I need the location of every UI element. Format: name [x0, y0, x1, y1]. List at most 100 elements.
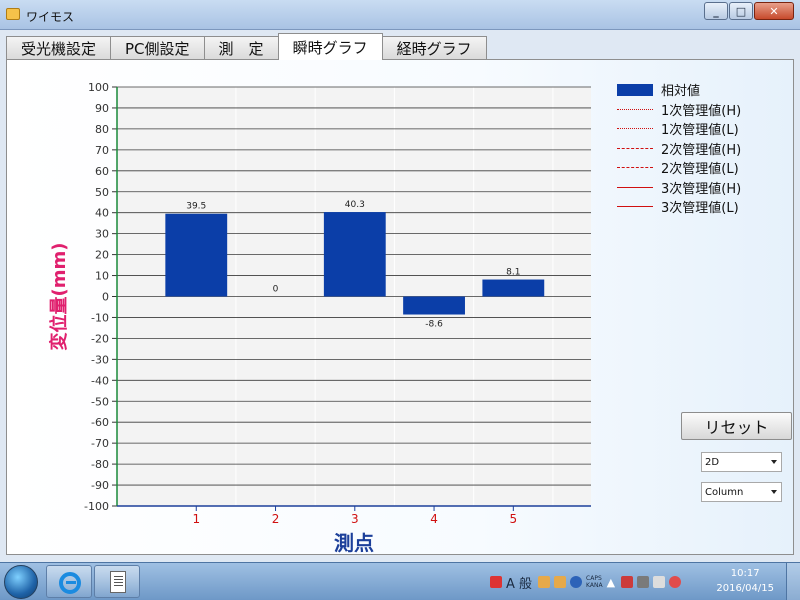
- maximize-button[interactable]: □: [729, 2, 753, 20]
- view-mode-select[interactable]: 2D: [701, 452, 782, 472]
- tray-flag-icon[interactable]: [490, 576, 502, 588]
- bar: [323, 212, 386, 297]
- window-controls: _ □ ✕: [703, 2, 794, 20]
- legend-item: 3次管理値(H): [617, 178, 741, 198]
- caps-indicator: CAPS: [586, 575, 602, 582]
- data-label: 39.5: [186, 202, 206, 212]
- chevron-down-icon: [771, 490, 777, 494]
- tab-time-graph[interactable]: 経時グラフ: [381, 36, 487, 60]
- bar: [482, 279, 545, 297]
- y-tick-label: 30: [95, 228, 109, 241]
- legend-item: 3次管理値(L): [617, 197, 741, 217]
- y-tick-label: 20: [95, 249, 109, 262]
- title-bar: ワイモス _ □ ✕: [0, 0, 800, 30]
- maximize-icon: □: [735, 4, 747, 18]
- taskbar-app-button[interactable]: [94, 565, 140, 598]
- action-center-icon[interactable]: [621, 576, 634, 588]
- y-tick-label: -60: [91, 416, 109, 429]
- legend-swatch: [617, 83, 653, 96]
- legend-item: 1次管理値(L): [617, 119, 741, 139]
- app-icon: [6, 8, 20, 20]
- bar: [403, 296, 465, 315]
- y-tick-label: -50: [91, 395, 109, 408]
- y-tick-label: -90: [91, 479, 109, 492]
- data-label: 0: [273, 285, 279, 295]
- legend-swatch: [617, 186, 653, 188]
- y-tick-label: 80: [95, 123, 109, 136]
- legend-swatch: [617, 167, 653, 169]
- help-icon[interactable]: [570, 576, 583, 588]
- y-tick-label: -10: [91, 311, 109, 324]
- close-button[interactable]: ✕: [754, 2, 794, 20]
- bar-chart: 1009080706050403020100-10-20-30-40-50-60…: [48, 81, 591, 555]
- y-tick-label: -100: [84, 500, 109, 513]
- tab-strip: 受光機設定 PC側設定 測 定 瞬時グラフ 経時グラフ: [6, 33, 487, 60]
- y-tick-label: 100: [88, 81, 109, 94]
- taskbar: A 般 CAPS KANA ▲ 10:17 2016/04/15: [0, 562, 800, 600]
- y-tick-label: -20: [91, 332, 109, 345]
- network-icon[interactable]: [653, 576, 666, 588]
- legend-swatch: [617, 206, 653, 208]
- keyboard-status: CAPS KANA: [586, 575, 603, 589]
- y-tick-label: -30: [91, 353, 109, 366]
- system-tray: A 般 CAPS KANA ▲: [490, 563, 685, 600]
- legend-label: 相対値: [661, 84, 701, 100]
- window-title: ワイモス: [26, 10, 75, 24]
- clock-date: 2016/04/15: [716, 583, 774, 594]
- legend-swatch: [617, 128, 653, 130]
- y-tick-label: -70: [91, 437, 109, 450]
- legend-label: 1次管理値(H): [661, 103, 742, 119]
- x-tick-label: 3: [351, 512, 359, 526]
- y-tick-label: 40: [95, 207, 109, 220]
- tab-pc-settings[interactable]: PC側設定: [110, 36, 205, 60]
- minimize-icon: _: [713, 4, 719, 18]
- volume-muted-icon[interactable]: [669, 576, 682, 588]
- bar: [165, 213, 228, 297]
- legend-item: 相対値: [617, 80, 741, 100]
- x-tick-label: 4: [430, 512, 438, 526]
- x-tick-label: 1: [192, 512, 200, 526]
- legend-label: 2次管理値(L): [661, 162, 739, 178]
- tab-instant-graph[interactable]: 瞬時グラフ: [277, 33, 383, 60]
- data-label: 8.1: [506, 268, 520, 278]
- document-icon: [110, 571, 126, 593]
- start-button[interactable]: [4, 565, 38, 599]
- x-axis-title: 測点: [334, 531, 374, 555]
- tab-measure[interactable]: 測 定: [203, 36, 279, 60]
- y-tick-label: 60: [95, 165, 109, 178]
- chart-legend: 相対値 1次管理値(H) 1次管理値(L) 2次管理値(H) 2次管理値(L) 3次管理値…: [617, 80, 741, 217]
- clock-time: 10:17: [730, 568, 760, 579]
- kana-indicator: KANA: [586, 582, 603, 589]
- close-icon: ✕: [769, 4, 779, 18]
- tab-receiver-settings[interactable]: 受光機設定: [6, 36, 112, 60]
- legend-label: 3次管理値(H): [661, 181, 742, 197]
- ime-pad-icon[interactable]: [554, 576, 567, 588]
- graph-panel: 100 90 80 70 60 50 40 30 20 10 0 -10 -20 -30 -40 -50 -60…: [6, 59, 794, 555]
- legend-label: 2次管理値(H): [661, 142, 742, 158]
- chart-type-select[interactable]: Column: [701, 482, 782, 502]
- battery-icon[interactable]: [637, 576, 650, 588]
- y-tick-label: 0: [102, 291, 109, 304]
- ime-tool-icon[interactable]: [538, 576, 551, 588]
- tray-expand-icon[interactable]: ▲: [607, 576, 615, 589]
- x-tick-label: 5: [510, 512, 518, 526]
- legend-swatch: [617, 108, 653, 110]
- legend-label: 3次管理値(L): [661, 201, 739, 217]
- ime-indicator[interactable]: A 般: [506, 573, 532, 592]
- taskbar-ie-button[interactable]: [46, 565, 92, 598]
- data-label: 40.3: [345, 200, 365, 210]
- x-tick-label: 2: [272, 512, 280, 526]
- y-tick-label: 10: [95, 270, 109, 283]
- y-tick-label: -40: [91, 374, 109, 387]
- legend-item: 2次管理値(L): [617, 158, 741, 178]
- y-tick-label: -80: [91, 458, 109, 471]
- chart-type-value: Column: [705, 486, 744, 498]
- minimize-button[interactable]: _: [704, 2, 728, 20]
- y-tick-label: 90: [95, 102, 109, 115]
- show-desktop-button[interactable]: [786, 563, 800, 600]
- legend-item: 1次管理値(H): [617, 100, 741, 120]
- y-tick-label: 70: [95, 144, 109, 157]
- legend-label: 1次管理値(L): [661, 123, 739, 139]
- clock[interactable]: 10:17 2016/04/15: [716, 566, 774, 596]
- reset-button[interactable]: リセット: [681, 412, 792, 440]
